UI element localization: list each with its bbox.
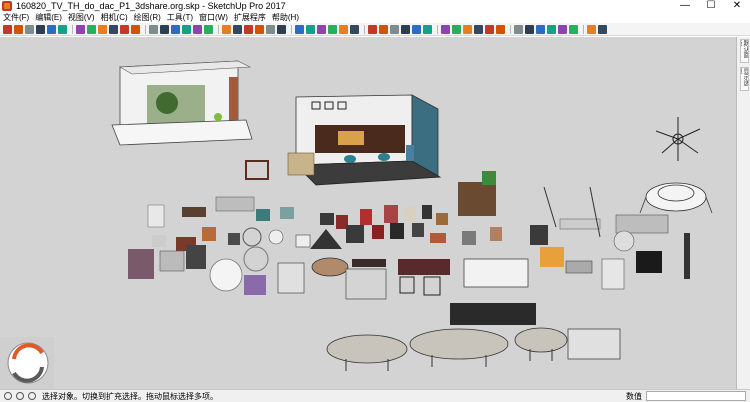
toolbar-separator (437, 24, 438, 34)
monochrome-icon[interactable] (149, 24, 158, 34)
menu-bar: 文件(F) 编辑(E) 视图(V) 相机(C) 绘图(R) 工具(T) 窗口(W… (0, 12, 750, 23)
room-module-library[interactable] (295, 94, 442, 186)
menu-file[interactable]: 文件(F) (3, 12, 29, 23)
polygon-icon[interactable] (496, 24, 505, 34)
wireframe-icon[interactable] (98, 24, 107, 34)
orbit-icon[interactable] (233, 24, 242, 34)
xray-icon[interactable] (76, 24, 85, 34)
window-title: 160820_TV_TH_do_dac_P1_3dshare.org.skp -… (16, 1, 286, 11)
zoom-window-icon[interactable] (266, 24, 275, 34)
text-icon[interactable] (514, 24, 523, 34)
walk-icon[interactable] (306, 24, 315, 34)
chandelier-crystal[interactable] (639, 182, 713, 214)
tray-tab-display[interactable]: 显示选项 (740, 67, 749, 91)
toolbar-separator (145, 24, 146, 34)
warehouse-icon[interactable] (339, 24, 348, 34)
status-bar: 选择对象。切换到扩充选择。拖动鼠标选择多项。 数值 (0, 389, 750, 402)
top-icon[interactable] (171, 24, 180, 34)
front-icon[interactable] (182, 24, 191, 34)
measurements-input[interactable] (646, 391, 746, 401)
furniture-collection[interactable] (128, 152, 690, 360)
chandelier-modern[interactable] (655, 117, 701, 161)
maximize-button[interactable]: ☐ (698, 0, 724, 12)
dimension-icon[interactable] (525, 24, 534, 34)
menu-edit[interactable]: 编辑(E) (35, 12, 62, 23)
default-tray-panel: 默认面板 显示选项 (736, 37, 750, 389)
menu-window[interactable]: 窗口(W) (199, 12, 228, 23)
zoom-icon[interactable] (255, 24, 264, 34)
sketchup-app-icon[interactable] (2, 1, 12, 11)
geolocation-icon[interactable] (4, 392, 12, 400)
arc-icon[interactable] (463, 24, 472, 34)
circle-icon[interactable] (485, 24, 494, 34)
select-icon[interactable] (3, 24, 12, 34)
section-icon[interactable] (58, 24, 67, 34)
look-around-icon[interactable] (317, 24, 326, 34)
toolbar-separator (364, 24, 365, 34)
3d-text-icon[interactable] (558, 24, 567, 34)
window-controls: — ☐ ✕ (672, 0, 750, 12)
scale-icon[interactable] (423, 24, 432, 34)
menu-tools[interactable]: 工具(T) (167, 12, 193, 23)
previous-view-icon[interactable] (295, 24, 304, 34)
paint-icon[interactable] (25, 24, 34, 34)
right-icon[interactable] (193, 24, 202, 34)
move-icon[interactable] (401, 24, 410, 34)
menu-extensions[interactable]: 扩展程序 (234, 12, 266, 23)
back-edges-icon[interactable] (87, 24, 96, 34)
help-icon[interactable] (28, 392, 36, 400)
room-module-left[interactable] (111, 60, 253, 146)
hidden-line-icon[interactable] (109, 24, 118, 34)
component-icon[interactable] (36, 24, 45, 34)
rotate-icon[interactable] (412, 24, 421, 34)
toolbar-separator (583, 24, 584, 34)
3d-viewport[interactable] (0, 37, 736, 389)
credits-icon[interactable] (16, 392, 24, 400)
eraser-icon[interactable] (14, 24, 23, 34)
toolbar-separator (510, 24, 511, 34)
toolbar-separator (291, 24, 292, 34)
solid-subtract-icon[interactable] (587, 24, 596, 34)
sandbox-icon[interactable] (368, 24, 377, 34)
toolbar-separator (72, 24, 73, 34)
watermark-logo (0, 337, 54, 389)
tape-icon[interactable] (47, 24, 56, 34)
extension-icon[interactable] (350, 24, 359, 34)
measurements-label: 数值 (626, 391, 642, 401)
minimize-button[interactable]: — (672, 0, 698, 12)
textured-icon[interactable] (131, 24, 140, 34)
toolbar-separator (218, 24, 219, 34)
oval-dining-tables[interactable] (326, 327, 568, 371)
menu-draw[interactable]: 绘图(R) (134, 12, 161, 23)
protractor-icon[interactable] (536, 24, 545, 34)
line-icon[interactable] (452, 24, 461, 34)
shaded-icon[interactable] (120, 24, 129, 34)
zoom-extents-icon[interactable] (277, 24, 286, 34)
main-toolbar (0, 23, 750, 36)
title-bar: 160820_TV_TH_do_dac_P1_3dshare.org.skp -… (0, 0, 750, 12)
iso-icon[interactable] (160, 24, 169, 34)
rectangle-icon[interactable] (474, 24, 483, 34)
menu-view[interactable]: 视图(V) (68, 12, 95, 23)
left-icon[interactable] (222, 24, 231, 34)
close-button[interactable]: ✕ (724, 0, 750, 12)
pan-icon[interactable] (244, 24, 253, 34)
axes-icon[interactable] (547, 24, 556, 34)
menu-camera[interactable]: 相机(C) (101, 12, 128, 23)
position-camera-icon[interactable] (328, 24, 337, 34)
back-icon[interactable] (204, 24, 213, 34)
menu-help[interactable]: 帮助(H) (272, 12, 299, 23)
tray-tab-default[interactable]: 默认面板 (740, 39, 749, 63)
solid-union-icon[interactable] (569, 24, 578, 34)
follow-me-icon[interactable] (379, 24, 388, 34)
push-pull-icon[interactable] (390, 24, 399, 34)
offset-icon[interactable] (441, 24, 450, 34)
status-hint: 选择对象。切换到扩充选择。拖动鼠标选择多项。 (42, 391, 218, 401)
solid-trim-icon[interactable] (598, 24, 607, 34)
